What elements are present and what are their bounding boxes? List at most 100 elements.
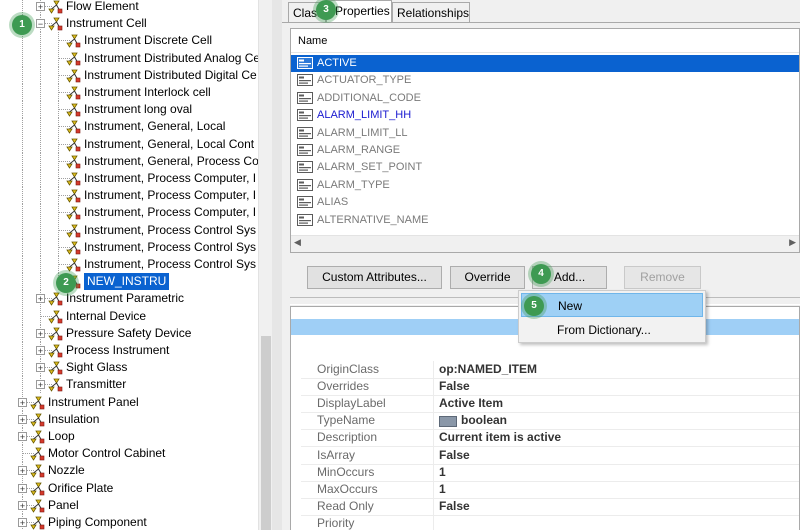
- expand-icon[interactable]: +: [18, 466, 27, 476]
- expand-icon[interactable]: +: [18, 518, 27, 528]
- expand-icon[interactable]: +: [18, 484, 27, 494]
- remove-button[interactable]: Remove: [624, 266, 701, 289]
- tree-item[interactable]: Instrument, Process Control Sys: [0, 222, 258, 239]
- tree-scroll-thumb[interactable]: [261, 336, 271, 530]
- property-row[interactable]: ALARM_LIMIT_HH: [291, 107, 799, 124]
- expand-icon[interactable]: +: [36, 346, 45, 356]
- tree-item-label[interactable]: Panel: [48, 497, 79, 514]
- tree-item-label[interactable]: Pressure Safety Device: [66, 325, 191, 342]
- tree-item[interactable]: Instrument, Process Computer, I: [0, 187, 258, 204]
- tree-item-label[interactable]: Internal Device: [66, 308, 146, 325]
- tree-item-label[interactable]: Instrument Distributed Analog Ce: [84, 50, 258, 67]
- tree-item[interactable]: + Transmitter: [0, 376, 258, 393]
- tree-item[interactable]: Instrument, General, Local: [0, 118, 258, 135]
- tree-item[interactable]: Instrument Interlock cell: [0, 84, 258, 101]
- tree-item-label[interactable]: Instrument, General, Local Cont: [84, 136, 254, 153]
- tree-item[interactable]: + Insulation: [0, 411, 258, 428]
- tree-item-label[interactable]: Instrument Discrete Cell: [84, 32, 212, 49]
- tree-item[interactable]: Motor Control Cabinet: [0, 445, 258, 462]
- tree-item[interactable]: + Process Instrument: [0, 342, 258, 359]
- list-horizontal-scrollbar[interactable]: ◀ ▶: [291, 235, 799, 252]
- column-header-name[interactable]: Name: [291, 29, 799, 53]
- tree-item-label[interactable]: Process Instrument: [66, 342, 169, 359]
- tree-item-label[interactable]: Orifice Plate: [48, 480, 113, 497]
- tree-item-label[interactable]: Instrument long oval: [84, 101, 192, 118]
- tree-item-label[interactable]: Piping Component: [48, 514, 147, 530]
- tree-item[interactable]: Instrument Distributed Digital Ce: [0, 67, 258, 84]
- tree-item-label[interactable]: Instrument, Process Computer, I: [84, 187, 256, 204]
- property-row[interactable]: ALIAS: [291, 194, 799, 211]
- property-row[interactable]: ACTIVE: [291, 55, 799, 72]
- collapse-icon[interactable]: −: [36, 19, 45, 29]
- expand-icon[interactable]: +: [36, 380, 45, 390]
- tree-item-label[interactable]: Loop: [48, 428, 75, 445]
- expand-icon[interactable]: +: [36, 2, 45, 12]
- expand-icon[interactable]: +: [36, 294, 45, 304]
- tab-properties[interactable]: Properties: [326, 0, 392, 23]
- tree-item-label[interactable]: Instrument, Process Control Sys: [84, 222, 256, 239]
- scroll-right-icon[interactable]: ▶: [789, 237, 796, 248]
- expand-icon[interactable]: +: [18, 398, 27, 408]
- tree-item[interactable]: + Nozzle: [0, 462, 258, 479]
- tree-item[interactable]: Instrument, General, Local Cont: [0, 136, 258, 153]
- tree-item[interactable]: + Loop: [0, 428, 258, 445]
- tree-item-label[interactable]: Flow Element: [66, 0, 139, 15]
- tab-relationships[interactable]: Relationships: [392, 2, 470, 22]
- detail-row[interactable]: IsArray False: [301, 447, 799, 465]
- tree-item[interactable]: Instrument, Process Control Sys: [0, 256, 258, 273]
- detail-row[interactable]: TypeName boolean: [301, 412, 799, 430]
- properties-list[interactable]: Name ACTIVE ACTUATOR_TYPE ADDITIONAL_CODE A…: [290, 28, 800, 253]
- tree-item[interactable]: Instrument, Process Computer, I: [0, 170, 258, 187]
- tree-item[interactable]: Instrument, Process Computer, I: [0, 204, 258, 221]
- detail-row[interactable]: Description Current item is active: [301, 429, 799, 447]
- tree-item-label[interactable]: Motor Control Cabinet: [48, 445, 165, 462]
- property-row[interactable]: ADDITIONAL_CODE: [291, 90, 799, 107]
- expand-icon[interactable]: +: [18, 501, 27, 511]
- tree-item[interactable]: − Instrument Cell: [0, 15, 258, 32]
- tree-item-label[interactable]: Instrument, Process Control Sys: [84, 239, 256, 256]
- tree-item-label[interactable]: Instrument Distributed Digital Ce: [84, 67, 257, 84]
- tree-item[interactable]: Instrument, Process Control Sys: [0, 239, 258, 256]
- detail-row[interactable]: Read Only False: [301, 498, 799, 516]
- tree-item-label[interactable]: Instrument Panel: [48, 394, 139, 411]
- tree-item-label[interactable]: Instrument, General, Process Co: [84, 153, 258, 170]
- detail-row[interactable]: MinOccurs 1: [301, 464, 799, 482]
- property-row[interactable]: ALARM_TYPE: [291, 177, 799, 194]
- tree-item-label[interactable]: Instrument, Process Computer, I: [84, 170, 256, 187]
- tree-item[interactable]: Instrument long oval: [0, 101, 258, 118]
- property-row[interactable]: ALARM_SET_POINT: [291, 159, 799, 176]
- tree-item[interactable]: + Sight Glass: [0, 359, 258, 376]
- property-row[interactable]: ALARM_RANGE: [291, 142, 799, 159]
- tree-item[interactable]: + Panel: [0, 497, 258, 514]
- tree-item-label[interactable]: Instrument, General, Local: [84, 118, 225, 135]
- tree-item-label[interactable]: Instrument Parametric: [66, 290, 184, 307]
- expand-icon[interactable]: +: [36, 329, 45, 339]
- property-row[interactable]: ACTUATOR_TYPE: [291, 72, 799, 89]
- tree-item[interactable]: + Pressure Safety Device: [0, 325, 258, 342]
- detail-row[interactable]: Priority: [301, 515, 799, 530]
- expand-icon[interactable]: +: [18, 415, 27, 425]
- tree-item[interactable]: NEW_INSTRU: [0, 273, 258, 290]
- tree-item-label[interactable]: Transmitter: [66, 376, 126, 393]
- tree-item-label[interactable]: NEW_INSTRU: [84, 273, 170, 290]
- scroll-left-icon[interactable]: ◀: [294, 237, 301, 248]
- tree-item[interactable]: Instrument Discrete Cell: [0, 32, 258, 49]
- detail-row[interactable]: MaxOccurs 1: [301, 481, 799, 499]
- tree-item[interactable]: Instrument, General, Process Co: [0, 153, 258, 170]
- tree-item[interactable]: Internal Device: [0, 308, 258, 325]
- property-row[interactable]: ALTERNATIVE_NAME: [291, 212, 799, 229]
- pane-splitter[interactable]: [272, 0, 282, 530]
- tree-item-label[interactable]: Sight Glass: [66, 359, 127, 376]
- tree-item[interactable]: + Flow Element: [0, 0, 258, 15]
- tree-vertical-scrollbar[interactable]: [258, 0, 273, 530]
- tree-item-label[interactable]: Instrument, Process Computer, I: [84, 204, 256, 221]
- menu-item-new[interactable]: New: [521, 293, 703, 317]
- class-tree[interactable]: + Flow Element − Instrument Cell Instrument …: [0, 0, 258, 530]
- tree-item[interactable]: Instrument Distributed Analog Ce: [0, 50, 258, 67]
- expand-icon[interactable]: +: [18, 432, 27, 442]
- tree-item[interactable]: + Piping Component: [0, 514, 258, 530]
- menu-item-from-dictionary[interactable]: From Dictionary...: [521, 318, 703, 342]
- tree-item[interactable]: + Orifice Plate: [0, 480, 258, 497]
- tree-item-label[interactable]: Instrument, Process Control Sys: [84, 256, 256, 273]
- tree-item-label[interactable]: Instrument Cell: [66, 15, 147, 32]
